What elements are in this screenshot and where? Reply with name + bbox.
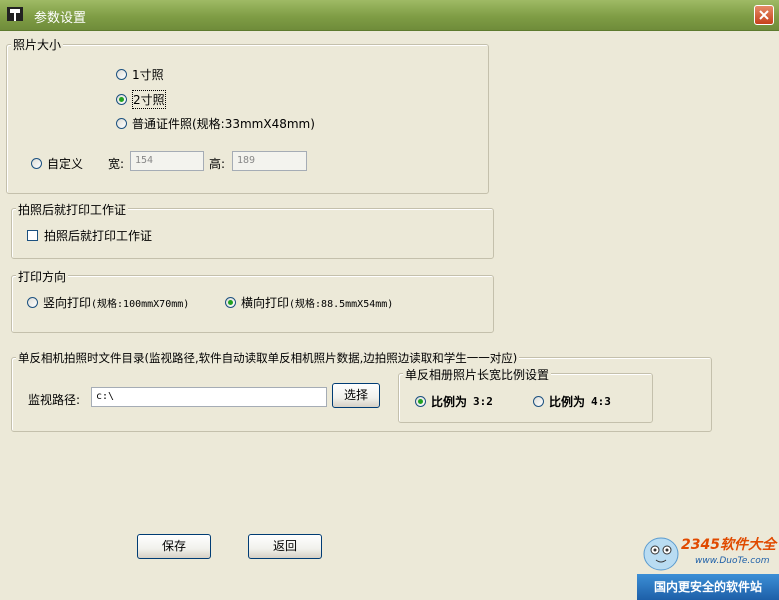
path-label: 监视路径: (28, 393, 81, 407)
radio-button[interactable] (31, 158, 42, 169)
radio-ratio-4-3[interactable]: 比例为 4:3 (533, 393, 611, 410)
mascot-icon (643, 537, 679, 571)
watermark-brand: 2345软件大全 (681, 537, 776, 553)
radio-ratio-3-2[interactable]: 比例为 3:2 (415, 393, 493, 410)
radio-standard-id[interactable]: 普通证件照(规格:33mmX48mm) (116, 115, 315, 132)
print-after-checkbox-row[interactable]: 拍照后就打印工作证 (27, 227, 152, 244)
print-after-legend: 拍照后就打印工作证 (16, 201, 129, 218)
radio-custom[interactable]: 自定义 (31, 155, 83, 172)
window-title: 参数设置 (34, 11, 87, 26)
select-button[interactable]: 选择 (332, 383, 380, 408)
radio-label: 比例为 (549, 395, 586, 409)
radio-button[interactable] (415, 396, 426, 407)
height-input[interactable]: 189 (232, 151, 307, 171)
landscape-spec: (规格:88.5mmX54mm) (289, 299, 394, 310)
radio-label: 竖向打印 (43, 296, 92, 310)
radio-label: 2寸照 (132, 90, 166, 109)
ratio-value: 4:3 (591, 395, 611, 408)
ratio-value: 3:2 (473, 395, 493, 408)
watermark-url: www.DuoTe.com (695, 556, 770, 566)
radio-label: 横向打印 (241, 296, 290, 310)
width-label: 宽: (108, 157, 125, 171)
radio-label: 比例为 (431, 395, 468, 409)
radio-label: 普通证件照(规格:33mmX48mm) (132, 117, 315, 131)
radio-landscape[interactable]: 横向打印 (规格:88.5mmX54mm) (225, 294, 393, 311)
radio-button[interactable] (116, 69, 127, 80)
radio-button[interactable] (27, 297, 38, 308)
watch-path-legend: 单反相机拍照时文件目录(监视路径,软件自动读取单反相机照片数据,边拍照边读取和学… (16, 350, 520, 366)
radio-button[interactable] (116, 118, 127, 129)
close-button[interactable] (754, 5, 774, 25)
checkbox-label: 拍照后就打印工作证 (44, 229, 153, 243)
radio-1-inch[interactable]: 1寸照 (116, 66, 164, 83)
radio-2-inch[interactable]: 2寸照 (116, 90, 166, 109)
print-after-checkbox[interactable] (27, 230, 38, 241)
save-button[interactable]: 保存 (137, 534, 211, 559)
portrait-spec: (规格:100mmX70mm) (91, 299, 190, 310)
watermark-banner: 国内更安全的软件站 (637, 574, 779, 600)
orientation-legend: 打印方向 (16, 268, 69, 285)
radio-button[interactable] (533, 396, 544, 407)
radio-label: 1寸照 (132, 68, 164, 82)
radio-label: 自定义 (47, 157, 84, 171)
photo-size-legend: 照片大小 (11, 36, 64, 53)
radio-button[interactable] (225, 297, 236, 308)
watermark: 2345软件大全 www.DuoTe.com 国内更安全的软件站 (637, 528, 779, 600)
radio-portrait[interactable]: 竖向打印 (规格:100mmX70mm) (27, 294, 189, 311)
close-icon (759, 10, 769, 20)
camera-icon (7, 7, 23, 21)
title-bar[interactable]: 参数设置 (0, 0, 779, 31)
path-input[interactable]: c:\ (91, 387, 327, 407)
back-button[interactable]: 返回 (248, 534, 322, 559)
width-input[interactable]: 154 (130, 151, 204, 171)
height-label: 高: (209, 157, 226, 171)
ratio-legend: 单反相册照片长宽比例设置 (403, 366, 552, 383)
radio-button[interactable] (116, 94, 127, 105)
